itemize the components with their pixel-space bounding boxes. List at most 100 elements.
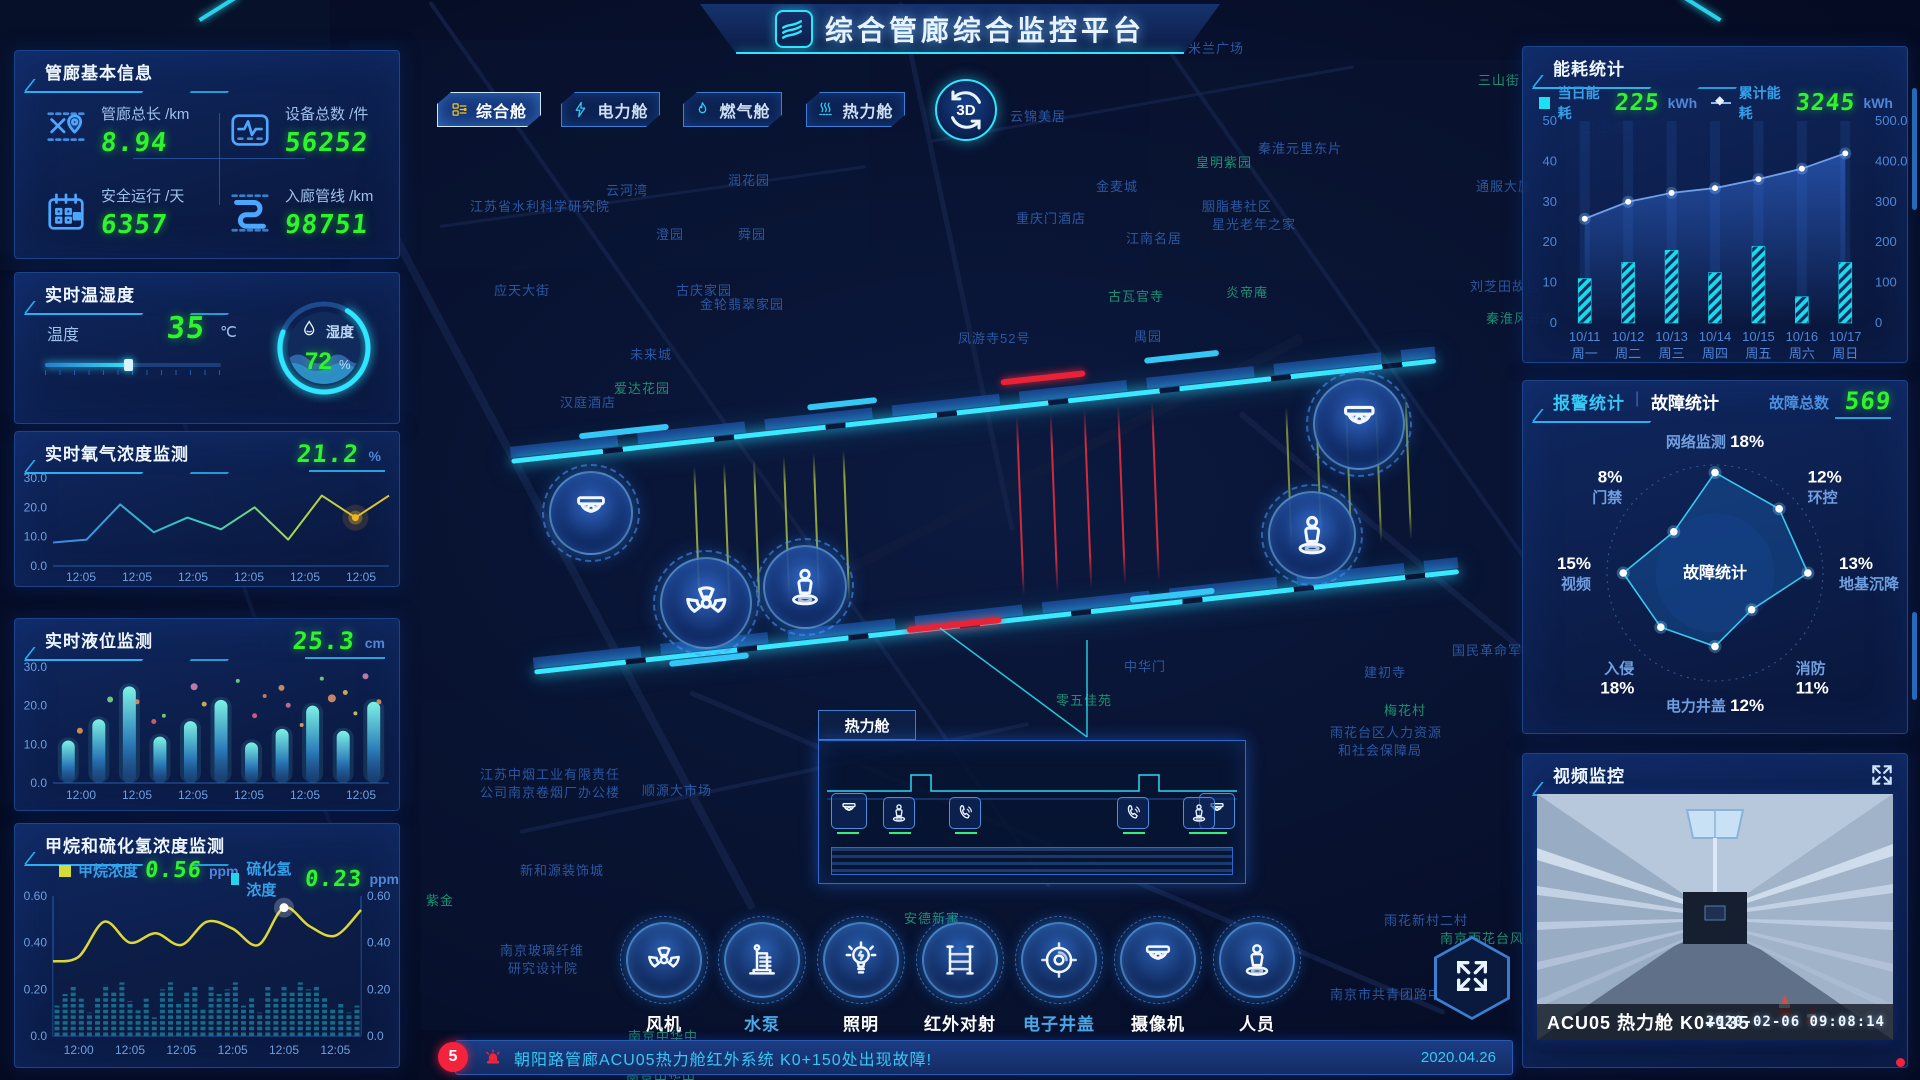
tab-fault-stats[interactable]: 故障统计 [1651, 389, 1719, 414]
temperature-value: 35 [165, 311, 207, 346]
energy-combo-chart: 50403020100500.0400.0300200100010/11周一10… [1523, 111, 1907, 361]
device-摄像机[interactable]: 摄像机 [1117, 922, 1199, 1035]
basic-stat: 入廊管线 /km98751 [227, 185, 373, 240]
expand-arrows-icon [1452, 956, 1492, 1001]
crosshair-decor [133, 158, 305, 159]
page-title: 综合管廊综合监控平台 [825, 9, 1145, 49]
view-3d-label: 3D [956, 102, 975, 119]
map-place-label: 胭脂巷社区 [1202, 196, 1272, 215]
video-player[interactable]: ACU05 热力舱 K0+135 2020-02-06 09:08:14 [1537, 794, 1893, 1040]
person-pin-icon [1288, 511, 1336, 559]
svg-text:10/15: 10/15 [1742, 329, 1775, 344]
basic-stat: 管廊总长 /km8.94 [43, 103, 189, 158]
legend-swatch [231, 873, 239, 885]
view-3d-button[interactable]: 3D [935, 79, 997, 141]
svg-text:12:05: 12:05 [290, 570, 320, 584]
device-circle[interactable] [1120, 922, 1196, 998]
tunnel-alarm-segment [1000, 370, 1085, 385]
map-place-label: 未来城 [630, 344, 672, 363]
cabin-popup: 热力舱 [818, 710, 1246, 884]
device-circle[interactable] [724, 922, 800, 998]
popup-sensor-intercom[interactable] [949, 797, 981, 829]
alert-ticker[interactable]: 5 朝阳路管廊ACU05热力舱红外系统 K0+150处出现故障! 2020.04… [455, 1040, 1513, 1075]
tab-label: 综合舱 [476, 98, 527, 122]
svg-text:10: 10 [1543, 275, 1557, 290]
scrollbar-thumb[interactable] [1912, 612, 1917, 700]
map-badge-dome-camera[interactable] [1313, 378, 1405, 470]
alert-date: 2020.04.26 [1421, 1049, 1496, 1066]
intercom-icon [954, 802, 976, 824]
svg-text:100: 100 [1875, 275, 1897, 290]
svg-text:0.40: 0.40 [367, 936, 391, 950]
svg-text:12:05: 12:05 [122, 570, 152, 584]
svg-text:20.0: 20.0 [24, 500, 48, 514]
map-badge-dome-camera[interactable] [549, 471, 633, 555]
panel-video: 视频监控 [1522, 753, 1908, 1068]
map-place-label: 润花园 [728, 170, 770, 189]
map-place-label: 建初寺 [1364, 662, 1406, 681]
map-place-label: 金轮翡翠家园 [700, 294, 784, 313]
map-badge-radiation[interactable] [660, 557, 752, 649]
map-place-label: 研究设计院 [508, 958, 578, 977]
person-pin-icon [782, 564, 828, 610]
popup-tab[interactable]: 热力舱 [818, 710, 916, 740]
tab-燃气舱[interactable]: 燃气舱 [683, 92, 782, 127]
humidity-value: 72 [305, 348, 332, 375]
device-circle[interactable] [823, 922, 899, 998]
device-红外对射[interactable]: 红外对射 [919, 922, 1001, 1035]
device-照明[interactable]: 照明 [820, 922, 902, 1035]
device-circle[interactable] [1219, 922, 1295, 998]
camera-icon [1138, 940, 1178, 980]
tab-label: 热力舱 [842, 98, 893, 122]
svg-text:12:05: 12:05 [320, 1043, 350, 1057]
map-place-label: 零五佳苑 [1056, 690, 1112, 709]
device-电子井盖[interactable]: 电子井盖 [1018, 922, 1100, 1035]
device-水泵[interactable]: 水泵 [721, 922, 803, 1035]
svg-text:0.20: 0.20 [367, 982, 391, 996]
svg-text:50: 50 [1543, 113, 1557, 128]
svg-text:0.0: 0.0 [30, 559, 47, 573]
map-place-label: 江苏中烟工业有限责任 [480, 764, 620, 783]
map-badge-person-pin[interactable] [763, 545, 847, 629]
device-人员[interactable]: 人员 [1216, 922, 1298, 1035]
fault-total-value: 569 [1843, 387, 1892, 415]
temperature-slider[interactable] [45, 359, 221, 375]
video-fullscreen-icon[interactable] [1869, 762, 1895, 788]
device-circle[interactable] [922, 922, 998, 998]
liquid-unit: cm [365, 635, 385, 651]
svg-text:周日: 周日 [1832, 346, 1858, 361]
tab-综合舱[interactable]: 综合舱 [437, 92, 541, 127]
map-place-label: 江苏省水利科学研究院 [470, 196, 610, 215]
svg-text:0.20: 0.20 [24, 982, 48, 996]
slider-handle[interactable] [124, 359, 133, 371]
map-place-label: 金麦城 [1096, 176, 1138, 195]
svg-text:12:05: 12:05 [234, 570, 264, 584]
popup-body [818, 740, 1246, 884]
svg-text:10/14: 10/14 [1699, 329, 1732, 344]
tab-电力舱[interactable]: 电力舱 [561, 92, 660, 127]
svg-text:12:05: 12:05 [218, 1043, 248, 1057]
dome-camera-icon [1334, 399, 1385, 450]
device-风机[interactable]: 风机 [623, 922, 705, 1035]
map-place-label: 星光老年之家 [1212, 214, 1296, 233]
device-circle[interactable] [1021, 922, 1097, 998]
tab-alarm-stats[interactable]: 报警统计 [1553, 389, 1625, 414]
popup-sensor-person-pin[interactable] [1183, 797, 1215, 829]
legend-unit: kWh [1863, 95, 1893, 111]
panel-energy: 能耗统计 当日能耗225kWh累计能耗3245kWh 5040302010050… [1522, 46, 1908, 363]
tab-热力舱[interactable]: 热力舱 [806, 92, 905, 127]
svg-text:视频: 视频 [1561, 575, 1591, 593]
stat-label: 入廊管线 /km [285, 185, 373, 206]
popup-sensor-intercom[interactable] [1117, 797, 1149, 829]
device-label: 摄像机 [1117, 1010, 1199, 1035]
map-badge-person-pin[interactable] [1268, 491, 1356, 579]
map-place-label: 凤游寺52号 [958, 328, 1030, 347]
popup-camera-left[interactable] [831, 793, 867, 829]
scrollbar-thumb[interactable] [1912, 88, 1917, 210]
map-place-label: 炎帝庵 [1226, 282, 1268, 301]
svg-text:12:05: 12:05 [66, 570, 96, 584]
crosshair-decor [219, 113, 220, 205]
person-pin-icon [888, 802, 910, 824]
popup-sensor-person-pin[interactable] [883, 797, 915, 829]
device-circle[interactable] [626, 922, 702, 998]
